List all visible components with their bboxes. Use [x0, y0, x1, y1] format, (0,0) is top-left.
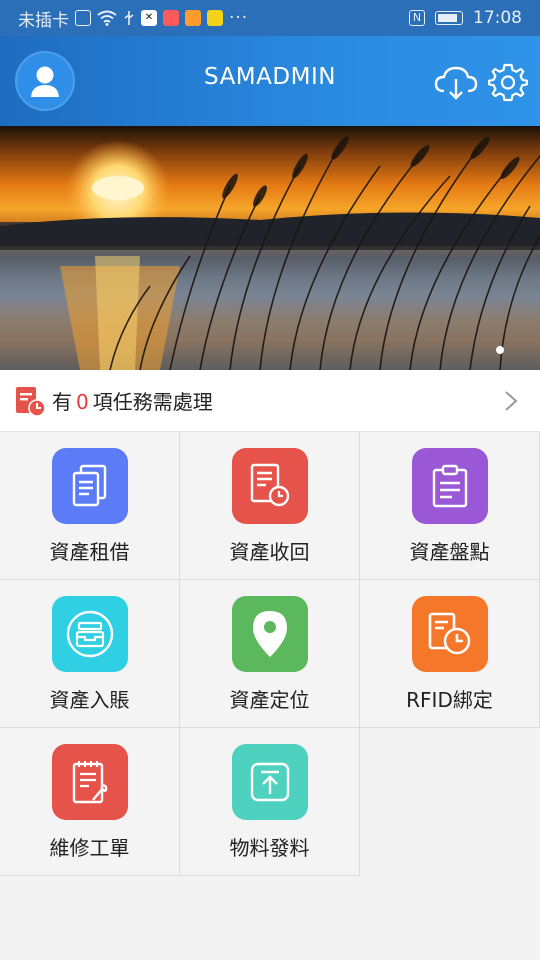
- grid-item-label: 資產入賬: [49, 688, 130, 712]
- play-notification-icon: [185, 10, 201, 26]
- asset-return-tile: [231, 448, 308, 524]
- grid-item-label: 資產租借: [49, 540, 130, 564]
- clipboard-icon: [432, 464, 467, 508]
- grid-item-asset-location[interactable]: 資產定位: [180, 580, 360, 728]
- tasks-count: 0: [76, 390, 89, 414]
- settings-button[interactable]: [486, 62, 530, 104]
- more-notifications-dots: ···: [229, 8, 249, 28]
- status-bar: 未插卡 ✕ ··· N 17:08: [0, 0, 540, 36]
- grid-item-asset-return[interactable]: 資產收回: [180, 432, 360, 580]
- tasks-prefix: 有: [52, 390, 72, 414]
- function-grid: 資產租借 資產收回 資產盤點 資產入賬 資產定位 RFID綁定 維修工單 物料發…: [0, 432, 540, 876]
- carrier-label: 未插卡: [18, 10, 69, 31]
- inbox-tray-icon: [66, 610, 113, 658]
- asset-entry-tile: [51, 596, 128, 672]
- sim-icon: [75, 10, 91, 26]
- grid-item-label: 物料發料: [229, 836, 310, 860]
- battery-icon: [435, 11, 463, 25]
- chevron-right-icon: [505, 391, 518, 411]
- status-right: N 17:08: [409, 8, 522, 28]
- cloud-download-icon: [434, 66, 478, 100]
- asset-location-tile: [231, 596, 308, 672]
- grid-item-repair-order[interactable]: 維修工單: [0, 728, 180, 876]
- document-clock-icon: [250, 463, 289, 507]
- app-notification-icon: [207, 10, 223, 26]
- material-issue-tile: [231, 744, 308, 820]
- asset-rental-tile: [51, 448, 128, 524]
- status-left: 未插卡 ✕ ···: [18, 6, 248, 31]
- grid-item-asset-rental[interactable]: 資產租借: [0, 432, 180, 580]
- documents-icon: [72, 464, 106, 507]
- asset-inventory-tile: [411, 448, 488, 524]
- location-pin-icon: [252, 611, 287, 657]
- clock: 17:08: [473, 8, 522, 28]
- tag-clock-icon: [428, 612, 470, 655]
- app-notification-icon: ✕: [141, 10, 157, 26]
- grid-item-label: 維修工單: [49, 836, 130, 860]
- app-header: SAMADMIN: [0, 36, 540, 126]
- usb-icon: [124, 11, 134, 25]
- grid-item-label: 資產盤點: [409, 540, 490, 564]
- sunset-lake-image: [0, 136, 540, 370]
- grid-item-rfid-binding[interactable]: RFID綁定: [360, 580, 540, 728]
- wrench-list-icon: [72, 761, 107, 804]
- cloud-download-button[interactable]: [434, 62, 478, 104]
- wifi-icon: [97, 10, 117, 26]
- grid-item-label: 資產收回: [229, 540, 310, 564]
- task-list-icon: [14, 385, 46, 417]
- nfc-icon: N: [409, 10, 425, 26]
- app-notification-icon: [163, 10, 179, 26]
- grid-item-label: RFID綁定: [406, 688, 493, 712]
- pending-tasks-row[interactable]: 有 0 項任務需處理: [0, 370, 540, 432]
- banner-carousel[interactable]: [0, 126, 540, 370]
- upload-icon: [250, 762, 289, 802]
- grid-item-label: 資產定位: [229, 688, 310, 712]
- grid-item-asset-inventory[interactable]: 資產盤點: [360, 432, 540, 580]
- gear-icon: [488, 63, 528, 102]
- grid-item-asset-entry[interactable]: 資產入賬: [0, 580, 180, 728]
- grid-item-material-issue[interactable]: 物料發料: [180, 728, 360, 876]
- carousel-page-indicator: [496, 346, 504, 354]
- tasks-suffix: 項任務需處理: [92, 390, 213, 414]
- rfid-binding-tile: [411, 596, 488, 672]
- pending-tasks-text: 有 0 項任務需處理: [52, 386, 213, 415]
- repair-order-tile: [51, 744, 128, 820]
